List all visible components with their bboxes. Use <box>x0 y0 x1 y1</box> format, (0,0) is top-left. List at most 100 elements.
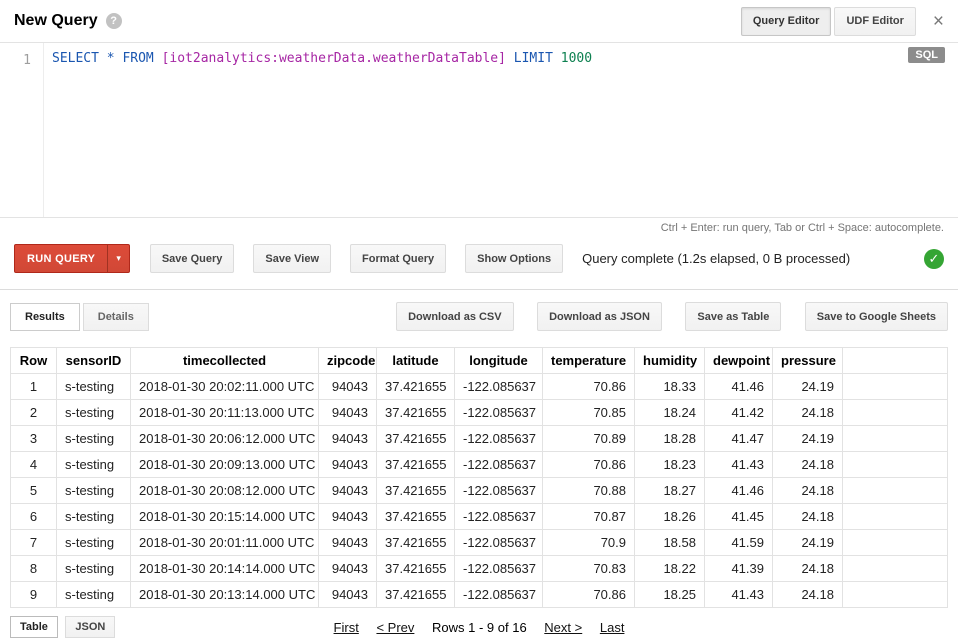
table-cell: s-testing <box>57 400 131 426</box>
table-cell: 2 <box>11 400 57 426</box>
table-row: 4s-testing2018-01-30 20:09:13.000 UTC940… <box>11 452 948 478</box>
query-editor-button[interactable]: Query Editor <box>741 7 832 36</box>
table-cell: -122.085637 <box>455 374 543 400</box>
table-cell: 37.421655 <box>377 582 455 608</box>
table-cell: 41.59 <box>705 530 773 556</box>
udf-editor-button[interactable]: UDF Editor <box>834 7 915 36</box>
table-cell: 41.42 <box>705 400 773 426</box>
table-cell: 94043 <box>319 504 377 530</box>
table-row: 1s-testing2018-01-30 20:02:11.000 UTC940… <box>11 374 948 400</box>
table-cell: 24.18 <box>773 582 843 608</box>
header-bar: New Query ? Query Editor UDF Editor × <box>0 0 958 42</box>
table-cell: 41.43 <box>705 452 773 478</box>
sql-badge: SQL <box>908 47 945 63</box>
table-cell: 24.19 <box>773 374 843 400</box>
table-cell: s-testing <box>57 556 131 582</box>
table-cell: 24.19 <box>773 426 843 452</box>
table-cell: 70.86 <box>543 374 635 400</box>
page-title: New Query <box>14 12 98 30</box>
run-query-dropdown-caret-icon[interactable]: ▾ <box>107 245 129 272</box>
table-cell-empty <box>843 504 948 530</box>
table-cell-empty <box>843 478 948 504</box>
line-number: 1 <box>23 53 31 68</box>
table-cell-empty <box>843 374 948 400</box>
table-cell: 18.25 <box>635 582 705 608</box>
run-query-label: RUN QUERY <box>15 245 107 272</box>
table-row: 2s-testing2018-01-30 20:11:13.000 UTC940… <box>11 400 948 426</box>
download-json-button[interactable]: Download as JSON <box>537 302 662 331</box>
table-cell: s-testing <box>57 426 131 452</box>
table-cell: 18.33 <box>635 374 705 400</box>
column-header-sensorid: sensorID <box>57 348 131 374</box>
table-row: 5s-testing2018-01-30 20:08:12.000 UTC940… <box>11 478 948 504</box>
table-cell: 37.421655 <box>377 426 455 452</box>
download-csv-button[interactable]: Download as CSV <box>396 302 514 331</box>
close-icon[interactable]: × <box>933 12 944 31</box>
show-options-button[interactable]: Show Options <box>465 244 563 273</box>
table-cell: s-testing <box>57 478 131 504</box>
column-header-humidity: humidity <box>635 348 705 374</box>
format-query-button[interactable]: Format Query <box>350 244 446 273</box>
table-cell: 18.22 <box>635 556 705 582</box>
table-cell: -122.085637 <box>455 504 543 530</box>
results-header: Results Details Download as CSV Download… <box>0 289 958 341</box>
table-cell: -122.085637 <box>455 478 543 504</box>
column-header-empty <box>843 348 948 374</box>
save-to-google-sheets-button[interactable]: Save to Google Sheets <box>805 302 948 331</box>
table-cell: 18.23 <box>635 452 705 478</box>
table-cell: 18.24 <box>635 400 705 426</box>
table-row: 6s-testing2018-01-30 20:15:14.000 UTC940… <box>11 504 948 530</box>
save-query-button[interactable]: Save Query <box>150 244 235 273</box>
table-cell-empty <box>843 582 948 608</box>
table-row: 7s-testing2018-01-30 20:01:11.000 UTC940… <box>11 530 948 556</box>
table-cell: s-testing <box>57 530 131 556</box>
table-cell: 18.27 <box>635 478 705 504</box>
query-toolbar: RUN QUERY ▾ Save Query Save View Format … <box>0 236 958 287</box>
table-cell: s-testing <box>57 582 131 608</box>
table-cell: 2018-01-30 20:11:13.000 UTC <box>131 400 319 426</box>
table-cell: 2018-01-30 20:06:12.000 UTC <box>131 426 319 452</box>
results-table-container: RowsensorIDtimecollectedzipcodelatitudel… <box>0 341 958 608</box>
table-cell: -122.085637 <box>455 426 543 452</box>
table-cell: 70.9 <box>543 530 635 556</box>
run-query-button[interactable]: RUN QUERY ▾ <box>14 244 130 273</box>
table-cell: 2018-01-30 20:08:12.000 UTC <box>131 478 319 504</box>
table-cell: 3 <box>11 426 57 452</box>
table-cell: 41.46 <box>705 478 773 504</box>
table-cell: 2018-01-30 20:01:11.000 UTC <box>131 530 319 556</box>
save-as-table-button[interactable]: Save as Table <box>685 302 781 331</box>
sql-table-ref: [iot2analytics:weatherData.weatherDataTa… <box>162 51 506 66</box>
pagination-first-link[interactable]: First <box>334 620 359 635</box>
table-cell: 4 <box>11 452 57 478</box>
editor-mode-switcher: Query Editor UDF Editor × <box>741 7 944 36</box>
pagination-next-link[interactable]: Next > <box>544 620 582 635</box>
tab-results[interactable]: Results <box>10 303 80 331</box>
table-cell: 37.421655 <box>377 400 455 426</box>
table-cell: 94043 <box>319 478 377 504</box>
sql-code-line: SELECT * FROM [iot2analytics:weatherData… <box>44 43 592 217</box>
table-body: 1s-testing2018-01-30 20:02:11.000 UTC940… <box>11 374 948 608</box>
pagination-prev-link[interactable]: < Prev <box>376 620 414 635</box>
table-cell: 94043 <box>319 530 377 556</box>
table-cell: 24.19 <box>773 530 843 556</box>
table-cell: 24.18 <box>773 452 843 478</box>
table-cell: 24.18 <box>773 556 843 582</box>
table-cell: 94043 <box>319 582 377 608</box>
query-editor[interactable]: 1 SELECT * FROM [iot2analytics:weatherDa… <box>0 42 958 218</box>
table-cell-empty <box>843 426 948 452</box>
success-check-icon[interactable]: ✓ <box>924 249 944 269</box>
results-table: RowsensorIDtimecollectedzipcodelatitudel… <box>10 347 948 608</box>
table-cell: 37.421655 <box>377 504 455 530</box>
table-cell: -122.085637 <box>455 452 543 478</box>
table-cell-empty <box>843 400 948 426</box>
table-cell: 2018-01-30 20:02:11.000 UTC <box>131 374 319 400</box>
table-cell: 1 <box>11 374 57 400</box>
table-cell: 9 <box>11 582 57 608</box>
pagination-last-link[interactable]: Last <box>600 620 625 635</box>
table-row: 8s-testing2018-01-30 20:14:14.000 UTC940… <box>11 556 948 582</box>
column-header-timecollected: timecollected <box>131 348 319 374</box>
tab-details[interactable]: Details <box>83 303 149 331</box>
help-icon[interactable]: ? <box>106 13 122 29</box>
save-view-button[interactable]: Save View <box>253 244 331 273</box>
table-cell: 18.28 <box>635 426 705 452</box>
